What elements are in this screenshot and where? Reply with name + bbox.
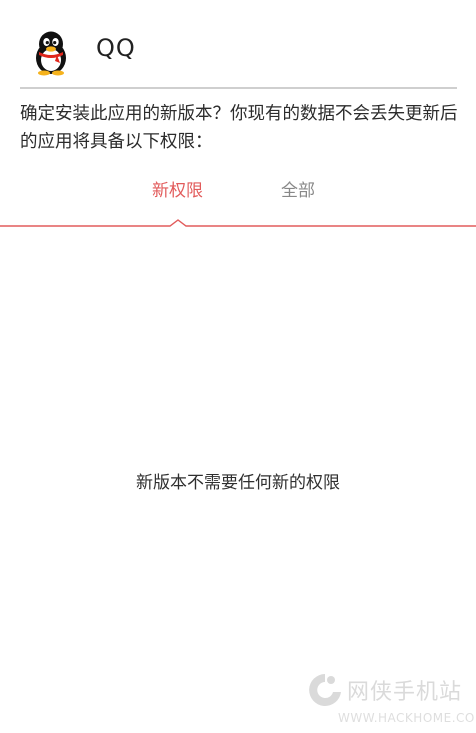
tab-new-permissions[interactable]: 新权限 — [152, 176, 203, 201]
watermark: 网侠手机站 WWW.HACKHOME.COM — [305, 668, 476, 730]
qq-penguin-icon — [30, 30, 72, 76]
header-divider — [20, 87, 457, 89]
watermark-en: WWW.HACKHOME.COM — [338, 711, 476, 725]
app-header: QQ — [0, 0, 476, 89]
app-name: QQ — [96, 34, 136, 62]
install-confirmation-message: 确定安装此应用的新版本？你现有的数据不会丢失更新后的应用将具备以下权限： — [20, 104, 458, 152]
hackhome-logo-icon — [305, 670, 345, 710]
tab-all-permissions[interactable]: 全部 — [281, 176, 315, 201]
tab-indicator-line — [0, 219, 476, 227]
watermark-cn: 网侠手机站 — [347, 680, 463, 705]
no-new-permissions-text: 新版本不需要任何新的权限 — [136, 473, 340, 493]
